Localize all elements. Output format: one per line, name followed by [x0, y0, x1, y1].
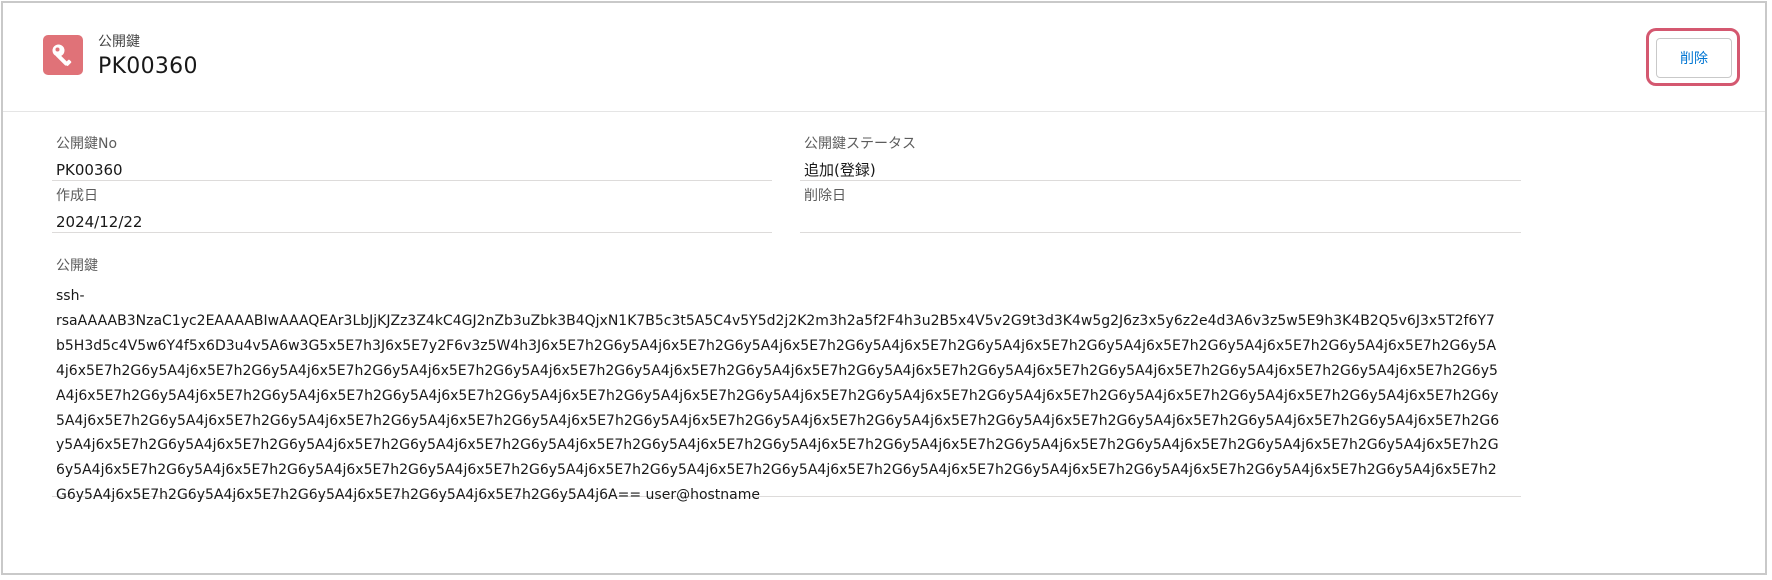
field-value: 2024/12/22	[56, 213, 143, 231]
key-icon-svg	[52, 44, 72, 66]
field-value: 追加(登録)	[804, 161, 876, 179]
field-created-date: 作成日 2024/12/22	[52, 187, 772, 233]
field-deleted-date: 削除日	[800, 187, 1521, 233]
field-value: PK00360	[56, 161, 123, 179]
public-key-value: ssh-rsaAAAAB3NzaC1yc2EAAAABIwAAAQEAr3LbJ…	[56, 288, 1500, 504]
field-label: 公開鍵ステータス	[804, 136, 916, 152]
field-key-no: 公開鍵No PK00360	[52, 135, 772, 181]
record-detail-page: 公開鍵 PK00360 削除 公開鍵No PK00360 公開鍵ステータス 追加…	[1, 1, 1767, 575]
key-icon	[43, 35, 83, 75]
field-label: 公開鍵No	[56, 136, 118, 152]
record-title: PK00360	[98, 54, 198, 79]
field-label: 作成日	[56, 188, 98, 204]
header-divider	[3, 111, 1765, 112]
object-label: 公開鍵	[98, 34, 140, 50]
field-label: 削除日	[804, 188, 846, 204]
record-header: 公開鍵 PK00360 削除	[3, 3, 1765, 111]
field-key-status: 公開鍵ステータス 追加(登録)	[800, 135, 1521, 181]
delete-button[interactable]: 削除	[1656, 38, 1732, 78]
field-label: 公開鍵	[56, 258, 98, 274]
field-public-key: 公開鍵 ssh-rsaAAAAB3NzaC1yc2EAAAABIwAAAQEAr…	[52, 257, 1521, 503]
